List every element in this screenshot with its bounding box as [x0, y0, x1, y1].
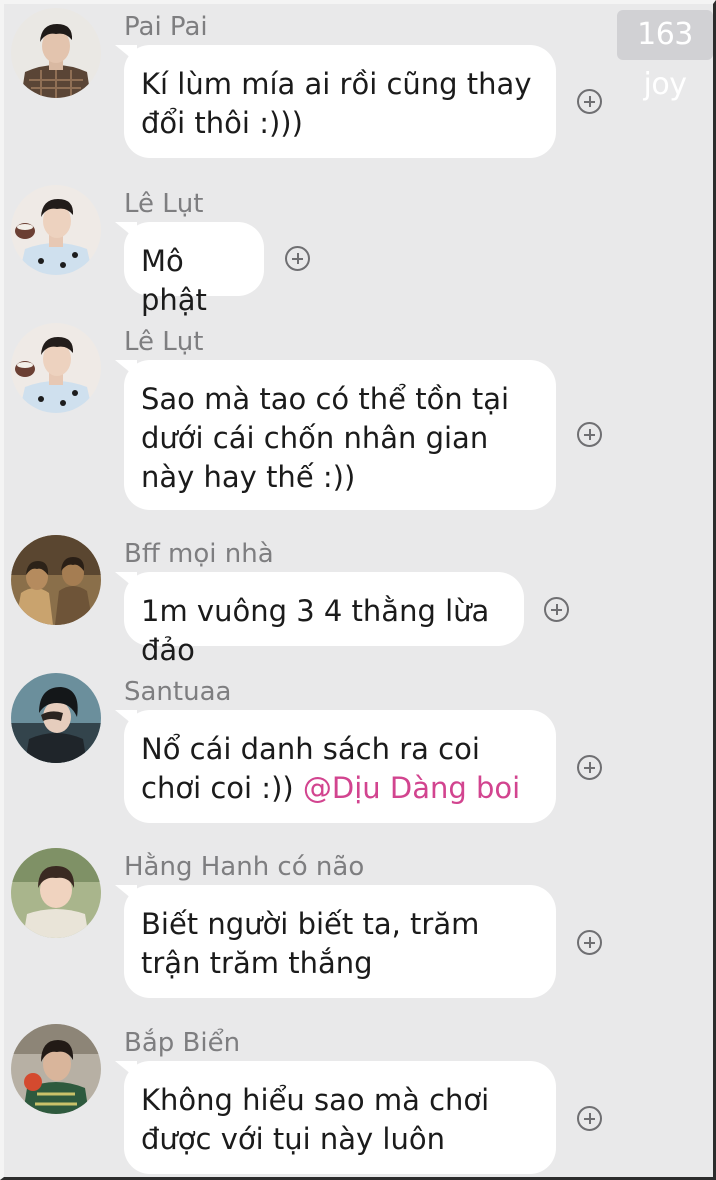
sender-name: Pai Pai [124, 12, 208, 42]
sender-name: Santuaa [124, 677, 232, 707]
avatar[interactable] [11, 848, 101, 938]
avatar-man-beanie-icon [11, 673, 101, 763]
avatar-man-eating-icon [11, 1024, 101, 1114]
sender-name: Bff mọi nhà [124, 539, 274, 569]
message-text: Biết người biết ta, trăm trận trăm thắng [141, 907, 480, 980]
watermark: 163 joy [617, 10, 713, 102]
message-bubble[interactable]: Sao mà tao có thể tồn tại dưới cái chốn … [124, 360, 556, 510]
message-text: Sao mà tao có thể tồn tại dưới cái chốn … [141, 382, 510, 494]
avatar-sepia-couple-icon [11, 535, 101, 625]
avatar-man-plaid-jacket-icon [11, 8, 101, 98]
message-bubble[interactable]: Biết người biết ta, trăm trận trăm thắng [124, 885, 556, 998]
sender-name: Lê Lụt [124, 189, 204, 219]
avatar-boy-outdoor-icon [11, 848, 101, 938]
add-reaction-icon[interactable] [577, 755, 602, 780]
message-bubble[interactable]: Nổ cái danh sách ra coi chơi coi :)) @Dị… [124, 710, 556, 823]
message-bubble[interactable]: Mô phật [124, 222, 264, 317]
avatar[interactable] [11, 185, 101, 275]
message-text: Mô phật [141, 244, 207, 317]
add-reaction-icon[interactable] [577, 422, 602, 447]
add-reaction-icon[interactable] [577, 1106, 602, 1131]
avatar-man-holding-dessert-icon [11, 185, 101, 275]
avatar[interactable] [11, 535, 101, 625]
add-reaction-icon[interactable] [285, 246, 310, 271]
message-bubble[interactable]: 1m vuông 3 4 thằng lừa đảo [124, 572, 524, 667]
message-bubble[interactable]: Kí lùm mía ai rồi cũng thay đổi thôi :))… [124, 45, 556, 158]
mention-link[interactable]: @Dịu Dàng boi [303, 771, 520, 805]
sender-name: Lê Lụt [124, 327, 204, 357]
add-reaction-icon[interactable] [577, 89, 602, 114]
message-text: Kí lùm mía ai rồi cũng thay đổi thôi :))… [141, 67, 532, 140]
avatar[interactable] [11, 673, 101, 763]
avatar[interactable] [11, 1024, 101, 1114]
message-text: Không hiểu sao mà chơi được với tụi này … [141, 1083, 490, 1156]
message-bubble[interactable]: Không hiểu sao mà chơi được với tụi này … [124, 1061, 556, 1174]
sender-name: Hằng Hanh có não [124, 852, 365, 882]
avatar[interactable] [11, 8, 101, 98]
sender-name: Bắp Biển [124, 1028, 241, 1058]
avatar[interactable] [11, 323, 101, 413]
add-reaction-icon[interactable] [577, 930, 602, 955]
avatar-man-holding-dessert-icon [11, 323, 101, 413]
add-reaction-icon[interactable] [544, 597, 569, 622]
